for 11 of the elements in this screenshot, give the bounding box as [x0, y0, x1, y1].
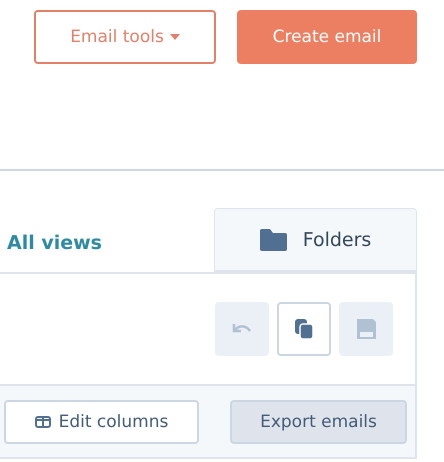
caret-icon: [170, 34, 180, 40]
export-emails-button[interactable]: Export emails: [230, 400, 407, 444]
edit-columns-button[interactable]: Edit columns: [4, 400, 199, 444]
folder-icon: [260, 228, 287, 250]
all-views-link[interactable]: All views: [0, 232, 102, 272]
save-icon: [355, 318, 377, 340]
folders-tab[interactable]: Folders: [214, 208, 417, 272]
email-tools-button[interactable]: Email tools: [34, 10, 216, 64]
copy-button[interactable]: [277, 302, 331, 356]
copy-icon: [294, 318, 314, 340]
columns-icon: [34, 416, 51, 428]
